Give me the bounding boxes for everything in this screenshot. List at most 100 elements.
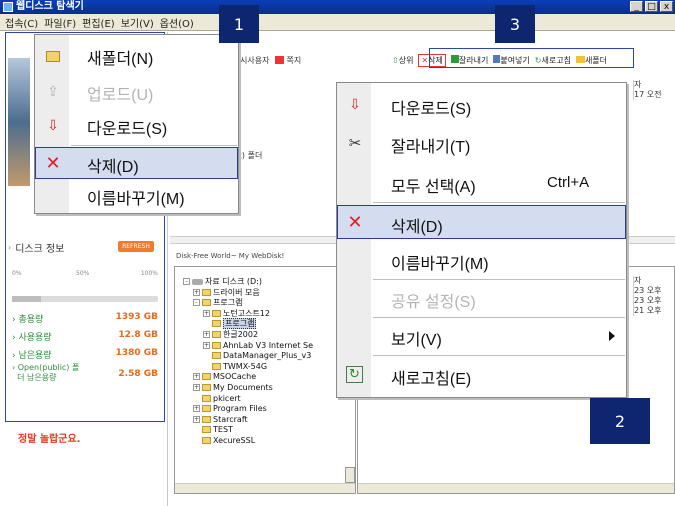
- date-cell: 23 오후: [634, 296, 662, 305]
- menu1-item-download[interactable]: ⇩ 다운로드(S): [35, 109, 238, 143]
- menu1-item-rename[interactable]: 이름바꾸기(M): [35, 180, 238, 212]
- tree-item[interactable]: - 프로그램: [183, 298, 313, 309]
- menu2-item-download[interactable]: ⇩ 다운로드(S): [337, 87, 626, 123]
- expand-icon[interactable]: +: [193, 288, 200, 296]
- menu2-item-rename[interactable]: 이름바꾸기(M): [337, 243, 626, 277]
- tree-item[interactable]: TWMX-54G: [183, 362, 313, 373]
- tree-item-label: 한글2002: [223, 329, 259, 339]
- menu1-item-upload: ⇪ 업로드(U): [35, 75, 238, 109]
- menu1-item-delete[interactable]: ✕ 삭제(D): [35, 147, 238, 179]
- context-menu-2: ⇩ 다운로드(S) ✂ 잘라내기(T) 모두 선택(A) Ctrl+A ✕ 삭제…: [336, 82, 627, 398]
- menu2-item-refresh[interactable]: ↻ 새로고침(E): [337, 357, 626, 393]
- expand-icon[interactable]: +: [193, 405, 200, 413]
- scissors-icon: ✂: [348, 134, 362, 152]
- tree-item[interactable]: + AhnLab V3 Internet Se: [183, 341, 313, 352]
- folder-icon: [202, 415, 211, 423]
- refresh-icon: ↻: [346, 366, 363, 383]
- folder-icon: [202, 426, 211, 434]
- delete-icon: ✕: [45, 152, 61, 174]
- menu1-item-new-folder[interactable]: 새폴더(N): [35, 39, 238, 73]
- tree-item[interactable]: pkicert: [183, 394, 313, 405]
- tree-item-label: 프로그램: [223, 318, 257, 330]
- date-cell: 23 오후: [634, 286, 662, 295]
- upload-icon: ⇪: [47, 84, 59, 100]
- horizontal-scrollbar[interactable]: [175, 483, 355, 493]
- callout-3: 3: [495, 5, 535, 43]
- maximize-button[interactable]: □: [645, 1, 658, 12]
- expand-icon[interactable]: +: [203, 330, 210, 338]
- tree-item-label: DataManager_Plus_v3: [223, 351, 312, 361]
- expand-icon[interactable]: +: [193, 373, 200, 381]
- tree-item[interactable]: DataManager_Plus_v3: [183, 351, 313, 362]
- expand-icon[interactable]: +: [203, 309, 210, 317]
- toolbar-up[interactable]: ⇧상위: [392, 55, 413, 66]
- menu-file[interactable]: 파일(F): [41, 15, 79, 30]
- tree-item[interactable]: 프로그램: [183, 318, 313, 330]
- toolbar-item-user[interactable]: 시사용자: [240, 55, 269, 66]
- window-title: 웹디스크 탐색기: [16, 1, 84, 12]
- folder-icon: [202, 405, 211, 413]
- menu2-item-delete[interactable]: ✕ 삭제(D): [337, 205, 626, 239]
- tree-item-label: pkicert: [213, 393, 241, 403]
- tree-item-label: Starcraft: [213, 414, 248, 424]
- list-item[interactable]: (3): [228, 100, 328, 111]
- callout-2: 2: [590, 398, 650, 444]
- tree-root[interactable]: - 자료 디스크 (D:): [183, 277, 313, 288]
- date-cell: 21 오후: [634, 306, 662, 315]
- menu-view[interactable]: 보기(V): [118, 15, 157, 30]
- folder-icon: [212, 352, 221, 360]
- toolbar-item-note[interactable]: 쪽지: [275, 55, 301, 66]
- menu-edit[interactable]: 편집(E): [79, 15, 118, 30]
- date-cell: 17 오전: [634, 90, 662, 99]
- list-item[interactable]: blic) 폴더: [228, 150, 328, 161]
- folder-icon: [212, 362, 221, 370]
- tree-item-label: Program Files: [213, 404, 267, 414]
- up-icon: ⇧: [392, 55, 399, 65]
- expand-icon[interactable]: +: [193, 415, 200, 423]
- menu-options[interactable]: 옵션(O): [157, 15, 197, 30]
- list-item[interactable]: [228, 78, 328, 89]
- collapse-icon[interactable]: -: [193, 299, 200, 307]
- tree-item[interactable]: + 한글2002: [183, 330, 313, 341]
- folder-tree-pane: - 자료 디스크 (D:) + 드라이버 모음 - 프로그램 + 노턴고스트12 프로그램 + 한…: [174, 266, 356, 494]
- tree-item[interactable]: XecureSSL: [183, 436, 313, 447]
- folder-icon: [212, 330, 221, 338]
- vertical-scrollbar[interactable]: [345, 467, 355, 483]
- folder-icon: [212, 341, 221, 349]
- tree-item[interactable]: + My Documents: [183, 383, 313, 394]
- close-button[interactable]: x: [660, 1, 673, 12]
- folder-icon: [46, 50, 60, 62]
- tree-item-label: 프로그램: [213, 298, 243, 308]
- folder-icon: [202, 299, 211, 307]
- list-item[interactable]: (4): [228, 111, 328, 122]
- tree-item[interactable]: + 드라이버 모음: [183, 288, 313, 299]
- top-file-list: (2) (3) (4) blic) 폴더: [228, 78, 328, 161]
- menu-connect[interactable]: 접속(C): [2, 15, 41, 30]
- download-icon: ⇩: [349, 97, 361, 113]
- tree-item-label: MSOCache: [213, 372, 257, 382]
- tree-item[interactable]: TEST: [183, 425, 313, 436]
- menu2-item-cut[interactable]: ✂ 잘라내기(T): [337, 125, 626, 161]
- tree-item[interactable]: + Program Files: [183, 404, 313, 415]
- tree-item-label: TEST: [213, 425, 233, 435]
- list-item[interactable]: (2): [228, 89, 328, 100]
- tree-item[interactable]: + MSOCache: [183, 372, 313, 383]
- horizontal-scrollbar[interactable]: [358, 483, 674, 493]
- minimize-button[interactable]: _: [630, 1, 643, 12]
- folder-icon: [212, 320, 221, 328]
- mail-icon: [275, 56, 285, 64]
- tree-item-label: My Documents: [213, 382, 273, 392]
- expand-icon[interactable]: +: [203, 341, 210, 349]
- toolbar-outline: [429, 48, 634, 68]
- menu2-item-select-all[interactable]: 모두 선택(A) Ctrl+A: [337, 165, 626, 201]
- warning-text: 정말 놀랍군요.: [18, 434, 81, 445]
- menu2-item-view[interactable]: 보기(V): [337, 319, 626, 353]
- expand-icon[interactable]: +: [193, 383, 200, 391]
- callout-1: 1: [219, 5, 259, 43]
- tree-item-label: 드라이버 모음: [213, 287, 260, 297]
- folder-tree: - 자료 디스크 (D:) + 드라이버 모음 - 프로그램 + 노턴고스트12 프로그램 + 한…: [183, 277, 313, 447]
- download-icon: ⇩: [47, 118, 59, 134]
- tree-item[interactable]: + Starcraft: [183, 415, 313, 426]
- folder-icon: [202, 288, 211, 296]
- folder-icon: [202, 394, 211, 402]
